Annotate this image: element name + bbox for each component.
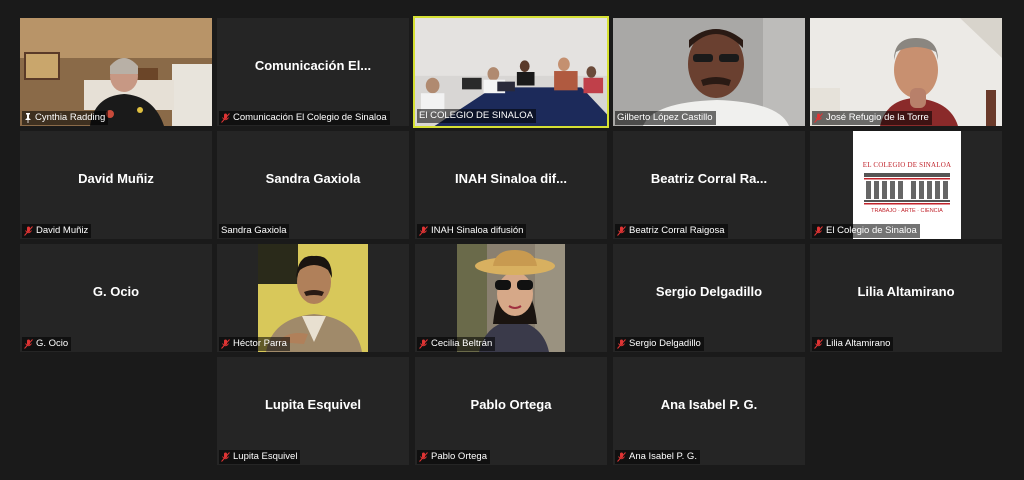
participant-name: Cecilia Beltrán bbox=[431, 338, 493, 349]
video-tile-comunicacion[interactable]: Comunicación El... Comunicación El Coleg… bbox=[217, 18, 409, 126]
logo-title: EL COLEGIO DE SINALOA bbox=[862, 161, 952, 169]
participant-video-feed bbox=[20, 18, 212, 126]
video-tile-sandra-gaxiola[interactable]: Sandra Gaxiola Sandra Gaxiola bbox=[217, 131, 409, 239]
video-tile-g-ocio[interactable]: G. Ocio G. Ocio bbox=[20, 244, 212, 352]
participant-display-name: Beatriz Corral Ra... bbox=[650, 171, 768, 186]
participant-name-label: El Colegio de Sinaloa bbox=[812, 224, 920, 238]
video-tile-pablo-ortega[interactable]: Pablo Ortega Pablo Ortega bbox=[415, 357, 607, 465]
participant-name-label: Pablo Ortega bbox=[417, 450, 490, 464]
muted-mic-icon bbox=[617, 226, 626, 236]
participant-name-label: Cynthia Radding bbox=[22, 111, 109, 125]
participant-display-name: G. Ocio bbox=[92, 284, 140, 299]
video-tile-david-muniz[interactable]: David Muñiz David Muñiz bbox=[20, 131, 212, 239]
muted-mic-icon bbox=[617, 339, 626, 349]
muted-mic-icon bbox=[221, 452, 230, 462]
participant-display-name: Ana Isabel P. G. bbox=[660, 397, 758, 412]
participant-name-label: Sergio Delgadillo bbox=[615, 337, 704, 351]
participant-name-label: Sandra Gaxiola bbox=[219, 224, 290, 238]
participant-display-name: Lupita Esquivel bbox=[264, 397, 362, 412]
participant-name: José Refugio de la Torre bbox=[826, 112, 929, 123]
participant-name: Sergio Delgadillo bbox=[629, 338, 701, 349]
participant-name-label: G. Ocio bbox=[22, 337, 72, 351]
participant-display-name: Sandra Gaxiola bbox=[265, 171, 361, 186]
building-logo-icon bbox=[864, 173, 950, 205]
participant-name: G. Ocio bbox=[36, 338, 69, 349]
video-tile-beatriz-corral[interactable]: Beatriz Corral Ra... Beatriz Corral Raig… bbox=[613, 131, 805, 239]
participant-name: Pablo Ortega bbox=[431, 451, 487, 462]
participant-photo bbox=[258, 244, 368, 352]
participant-name: Cynthia Radding bbox=[35, 112, 106, 123]
pin-icon bbox=[25, 113, 31, 123]
participant-video-feed bbox=[613, 18, 805, 126]
participant-name-label: Héctor Parra bbox=[219, 337, 290, 351]
video-tile-el-colegio-active-speaker[interactable]: El COLEGIO DE SINALOA bbox=[413, 16, 609, 128]
video-tile-lupita-esquivel[interactable]: Lupita Esquivel Lupita Esquivel bbox=[217, 357, 409, 465]
participant-name-label: David Muñiz bbox=[22, 224, 92, 238]
muted-mic-icon bbox=[617, 452, 626, 462]
participant-name: El Colegio de Sinaloa bbox=[826, 225, 917, 236]
muted-mic-icon bbox=[24, 226, 33, 236]
video-tile-ana-isabel[interactable]: Ana Isabel P. G. Ana Isabel P. G. bbox=[613, 357, 805, 465]
muted-mic-icon bbox=[814, 339, 823, 349]
video-tile-inah-sinaloa[interactable]: INAH Sinaloa dif... INAH Sinaloa difusió… bbox=[415, 131, 607, 239]
participant-display-name: Comunicación El... bbox=[254, 58, 372, 73]
participant-name-label: Comunicación El Colegio de Sinaloa bbox=[219, 111, 390, 125]
video-tile-cecilia-beltran[interactable]: Cecilia Beltrán bbox=[415, 244, 607, 352]
video-tile-lilia-altamirano[interactable]: Lilia Altamirano Lilia Altamirano bbox=[810, 244, 1002, 352]
video-tile-el-colegio-logo[interactable]: EL COLEGIO DE SINALOA TRABAJO · ARTE · C… bbox=[810, 131, 1002, 239]
video-tile-gilberto-lopez[interactable]: Gilberto López Castillo bbox=[613, 18, 805, 126]
muted-mic-icon bbox=[221, 339, 230, 349]
participant-photo bbox=[457, 244, 565, 352]
participant-name-label: Cecilia Beltrán bbox=[417, 337, 496, 351]
participant-name-label: El COLEGIO DE SINALOA bbox=[417, 109, 537, 123]
participant-name-label: Lupita Esquivel bbox=[219, 450, 301, 464]
participant-name: El COLEGIO DE SINALOA bbox=[419, 110, 534, 121]
video-tile-cynthia-radding[interactable]: Cynthia Radding bbox=[20, 18, 212, 126]
participant-display-name: Lilia Altamirano bbox=[857, 284, 955, 299]
participant-name-label: Gilberto López Castillo bbox=[615, 111, 716, 125]
participant-name: Ana Isabel P. G. bbox=[629, 451, 697, 462]
participant-display-name: Sergio Delgadillo bbox=[655, 284, 763, 299]
logo-card: EL COLEGIO DE SINALOA TRABAJO · ARTE · C… bbox=[853, 131, 961, 239]
participant-name-label: Ana Isabel P. G. bbox=[615, 450, 700, 464]
video-tile-jose-refugio[interactable]: José Refugio de la Torre bbox=[810, 18, 1002, 126]
participant-display-name: Pablo Ortega bbox=[470, 397, 552, 412]
muted-mic-icon bbox=[814, 113, 823, 123]
participant-display-name: David Muñiz bbox=[78, 171, 154, 186]
participant-name: Sandra Gaxiola bbox=[221, 225, 287, 236]
participant-video-feed bbox=[810, 18, 1002, 126]
participant-name: Lupita Esquivel bbox=[233, 451, 298, 462]
muted-mic-icon bbox=[419, 226, 428, 236]
participant-name-label: José Refugio de la Torre bbox=[812, 111, 932, 125]
participant-name: Comunicación El Colegio de Sinaloa bbox=[233, 112, 387, 123]
muted-mic-icon bbox=[419, 452, 428, 462]
participant-name-label: Beatriz Corral Raigosa bbox=[615, 224, 728, 238]
participant-name: Gilberto López Castillo bbox=[617, 112, 713, 123]
muted-mic-icon bbox=[814, 226, 823, 236]
participant-display-name: INAH Sinaloa dif... bbox=[455, 171, 567, 186]
video-tile-hector-parra[interactable]: Héctor Parra bbox=[217, 244, 409, 352]
muted-mic-icon bbox=[221, 113, 230, 123]
participant-name-label: INAH Sinaloa difusión bbox=[417, 224, 527, 238]
video-tile-sergio-delgadillo[interactable]: Sergio Delgadillo Sergio Delgadillo bbox=[613, 244, 805, 352]
muted-mic-icon bbox=[419, 339, 428, 349]
logo-motto: TRABAJO · ARTE · CIENCIA bbox=[871, 208, 943, 214]
participant-name: Lilia Altamirano bbox=[826, 338, 891, 349]
participant-name: INAH Sinaloa difusión bbox=[431, 225, 524, 236]
participant-name: David Muñiz bbox=[36, 225, 89, 236]
participant-name: Beatriz Corral Raigosa bbox=[629, 225, 725, 236]
participant-name: Héctor Parra bbox=[233, 338, 287, 349]
muted-mic-icon bbox=[24, 339, 33, 349]
participant-name-label: Lilia Altamirano bbox=[812, 337, 894, 351]
